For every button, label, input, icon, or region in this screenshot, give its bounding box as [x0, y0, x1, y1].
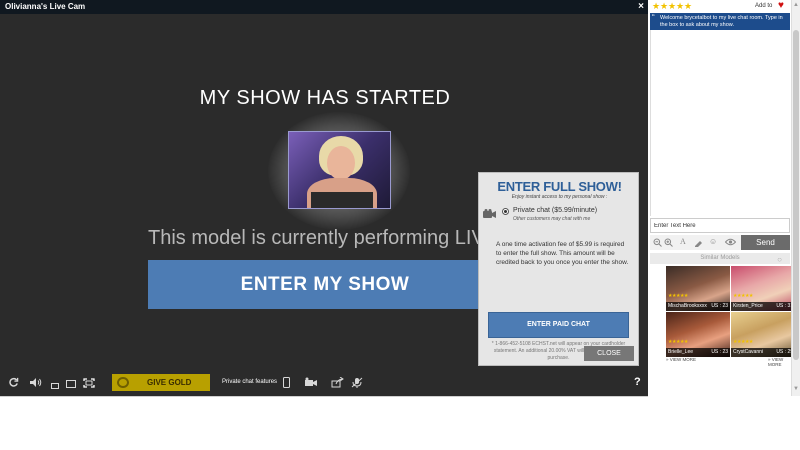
- help-icon[interactable]: ?: [634, 376, 641, 388]
- show-started-heading: MY SHOW HAS STARTED: [199, 87, 451, 109]
- popup-close-button[interactable]: CLOSE: [584, 346, 634, 361]
- emoticon-icon[interactable]: ☺: [709, 238, 717, 246]
- rating-star-icon[interactable]: ★: [668, 2, 676, 11]
- model-name: Kirsten_Price: [733, 303, 763, 309]
- model-rating-stars: ★★★★★: [733, 293, 753, 299]
- private-chat-features-label: Private chat features: [222, 379, 278, 385]
- view-more-link[interactable]: » VIEW MORE: [666, 357, 696, 362]
- enter-show-button[interactable]: ENTER MY SHOW: [148, 260, 502, 309]
- popup-title: ENTER FULL SHOW!: [497, 179, 622, 194]
- rating-star-icon[interactable]: ★: [660, 2, 668, 11]
- medium-screen-icon[interactable]: [66, 379, 76, 391]
- model-age: 23: [722, 303, 728, 309]
- rating-star-icon[interactable]: ★: [676, 2, 684, 11]
- give-gold-button[interactable]: GIVE GOLD: [112, 374, 210, 391]
- chat-log: [650, 30, 790, 216]
- model-rating-stars: ★★★★★: [668, 339, 688, 345]
- private-chat-option-note: Other customers may chat with me: [513, 216, 591, 222]
- similar-models-header: Similar Models ○: [650, 253, 790, 264]
- model-name: Brielle_Lee: [668, 349, 694, 355]
- private-chat-radio[interactable]: [502, 208, 509, 215]
- rating-star-icon[interactable]: ★: [684, 2, 692, 11]
- private-chat-option-label: Private chat ($5.99/minute): [513, 207, 598, 214]
- zoom-in-icon[interactable]: [664, 238, 673, 249]
- mobile-icon[interactable]: [283, 377, 290, 391]
- send-button[interactable]: Send: [741, 235, 790, 250]
- model-country: US: [776, 349, 784, 355]
- model-age: 23: [722, 349, 728, 355]
- gold-coin-icon: [117, 377, 129, 388]
- model-caption: Kirsten_Price US : 31: [731, 302, 795, 311]
- model-name: CrystCavanni: [733, 349, 764, 355]
- model-caption: CrystCavanni US : 29: [731, 348, 795, 357]
- small-screen-icon[interactable]: [51, 380, 59, 392]
- model-rating-stars: ★★★★★: [733, 339, 753, 345]
- eye-icon[interactable]: [724, 238, 737, 248]
- welcome-text: Welcome brycetalbot to my live chat room…: [660, 15, 783, 28]
- model-country: US: [711, 349, 719, 355]
- chat-header: ★ ★ ★ ★ ★ Add to ♥: [650, 0, 790, 13]
- rating-star-icon[interactable]: ★: [652, 2, 660, 11]
- heart-icon[interactable]: ♥: [778, 1, 784, 11]
- zoom-out-icon[interactable]: [653, 238, 662, 249]
- enter-full-show-popup: ENTER FULL SHOW! Enjoy instant access to…: [478, 172, 639, 366]
- video-player: Olivianna's Live Cam × MY SHOW HAS START…: [0, 0, 648, 396]
- private-chat-icon: [483, 206, 496, 218]
- similar-model-card[interactable]: ★★★★★ Kirsten_Price US : 31: [731, 266, 795, 311]
- scrollbar[interactable]: ▲ ▼: [791, 0, 800, 396]
- chat-input[interactable]: [650, 218, 790, 233]
- similar-model-card[interactable]: ★★★★★ CrystCavanni US : 29: [731, 312, 795, 357]
- activation-fee-text: A one time activation fee of $5.99 is re…: [496, 241, 629, 266]
- model-thumbnail: [288, 131, 391, 209]
- model-country: US: [776, 303, 784, 309]
- refresh-icon[interactable]: ○: [777, 254, 782, 265]
- model-caption: MischaBrooksxxx US : 23: [666, 302, 730, 311]
- quote-icon: “: [652, 13, 655, 22]
- window-title: Olivianna's Live Cam: [5, 2, 86, 11]
- enter-paid-chat-button[interactable]: ENTER PAID CHAT: [488, 312, 629, 338]
- fullscreen-icon[interactable]: [83, 378, 95, 391]
- model-rating-stars: ★★★★★: [668, 293, 688, 299]
- performing-message: This model is currently performing LIVE: [148, 227, 499, 249]
- color-picker-icon[interactable]: [694, 238, 703, 249]
- control-bar: [0, 372, 648, 396]
- similar-model-card[interactable]: ★★★★★ Brielle_Lee US : 23: [666, 312, 730, 357]
- view-more-link[interactable]: » VIEW MORE: [768, 357, 790, 367]
- font-icon[interactable]: A: [680, 238, 686, 246]
- model-name: MischaBrooksxxx: [668, 303, 707, 309]
- reload-icon[interactable]: [8, 377, 19, 391]
- welcome-message: “ Welcome brycetalbot to my live chat ro…: [650, 13, 790, 30]
- chat-panel: ★ ★ ★ ★ ★ Add to ♥ “ Welcome brycetalbot…: [650, 0, 795, 396]
- give-gold-label: GIVE GOLD: [147, 378, 192, 387]
- close-icon[interactable]: ×: [638, 0, 644, 14]
- add-to-favorites-label[interactable]: Add to: [755, 3, 772, 9]
- similar-models-title: Similar Models: [700, 255, 740, 261]
- scrollbar-thumb[interactable]: [793, 30, 799, 360]
- divider: [0, 396, 648, 397]
- title-bar: Olivianna's Live Cam ×: [0, 0, 648, 14]
- mute-mic-icon[interactable]: [351, 377, 363, 391]
- similar-model-card[interactable]: ★★★★★ MischaBrooksxxx US : 23: [666, 266, 730, 311]
- scroll-down-icon[interactable]: ▼: [793, 386, 799, 392]
- app-root: Olivianna's Live Cam × MY SHOW HAS START…: [0, 0, 800, 450]
- model-country: US: [711, 303, 719, 309]
- model-caption: Brielle_Lee US : 23: [666, 348, 730, 357]
- scroll-up-icon[interactable]: ▲: [793, 2, 799, 8]
- popup-subtitle: Enjoy instant access to my personal show…: [511, 194, 608, 200]
- volume-icon[interactable]: [29, 377, 42, 391]
- share-icon[interactable]: [331, 376, 344, 391]
- cam2cam-icon[interactable]: [304, 377, 318, 391]
